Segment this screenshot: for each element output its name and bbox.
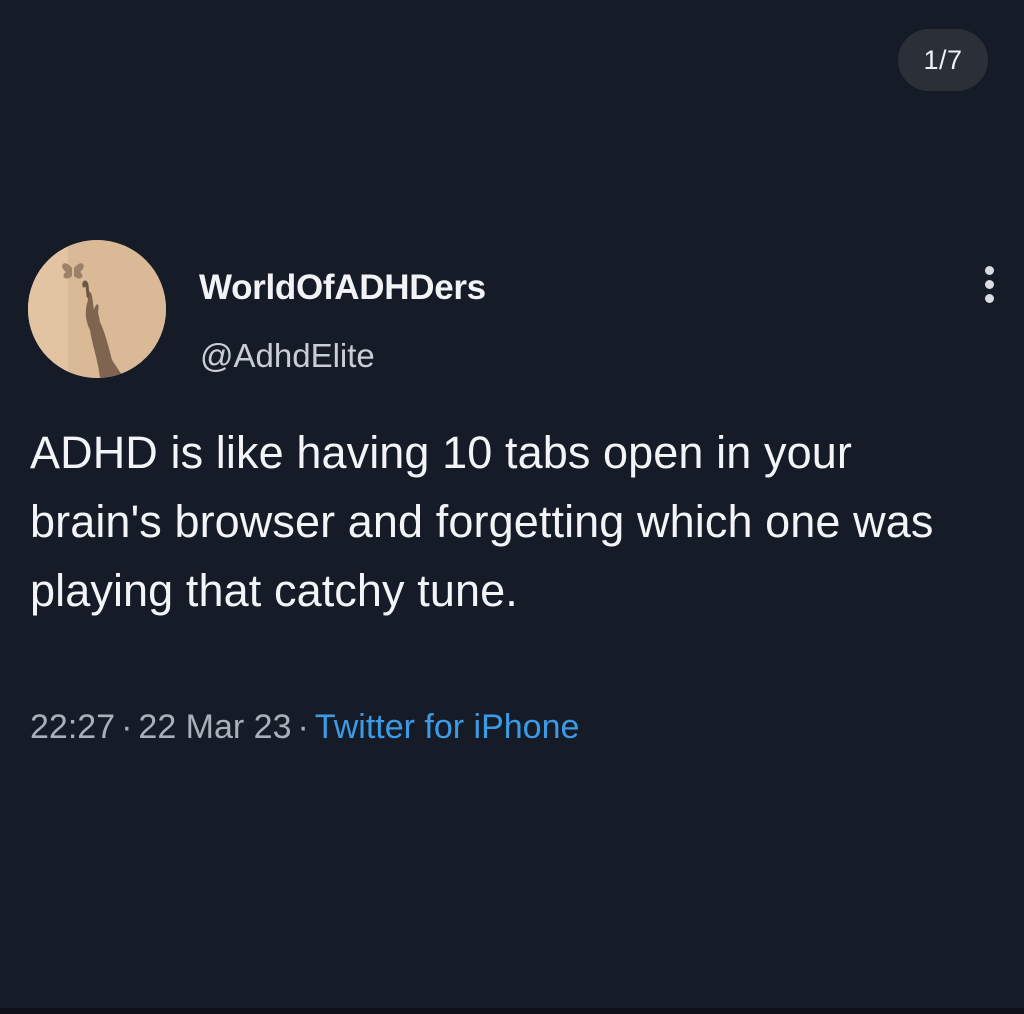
page-counter-label: 1/7 (923, 44, 963, 75)
tweet-source-link[interactable]: Twitter for iPhone (315, 708, 580, 746)
author-handle[interactable]: @AdhdElite (200, 337, 375, 375)
tweet-date: 22 Mar 23 (138, 708, 292, 746)
tweet-screenshot: 1/7 WorldOfADHDers @AdhdElite ADHD is li… (0, 0, 1024, 1014)
author-display-name[interactable]: WorldOfADHDers (199, 268, 486, 308)
page-counter: 1/7 (898, 29, 988, 91)
butterfly-hand-avatar-image (28, 240, 166, 378)
meta-separator: · (297, 708, 309, 746)
tweet-meta: 22:27 · 22 Mar 23 · Twitter for iPhone (30, 708, 579, 747)
more-vertical-icon-dot (984, 293, 994, 303)
more-vertical-icon (984, 265, 994, 275)
meta-separator: · (121, 708, 133, 746)
avatar[interactable] (28, 240, 166, 378)
more-vertical-icon-dot (984, 279, 994, 289)
tweet-text: ADHD is like having 10 tabs open in your… (30, 427, 934, 616)
bottom-edge (0, 1008, 1024, 1014)
more-options-button[interactable] (974, 259, 1004, 309)
tweet-time: 22:27 (30, 708, 116, 746)
